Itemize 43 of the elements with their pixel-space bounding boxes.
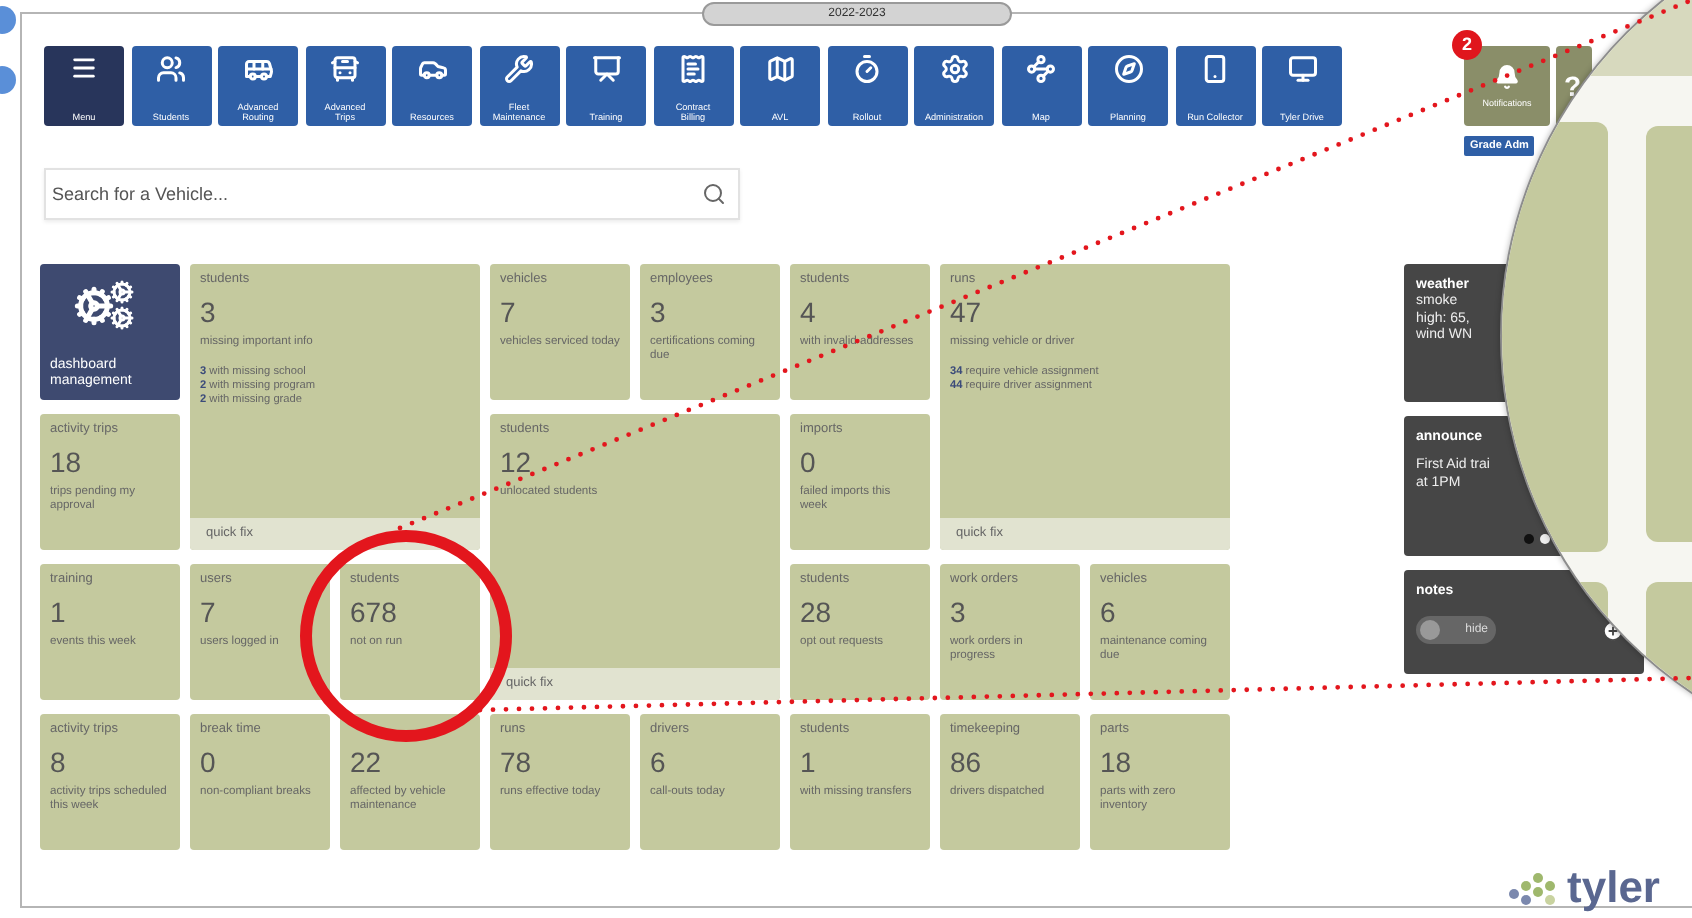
logo-text: tyler	[1567, 860, 1660, 916]
tile-value: 6	[1100, 596, 1116, 628]
tile-value: 28	[800, 596, 832, 628]
map-icon	[765, 54, 795, 84]
tile-value: 6	[650, 746, 666, 778]
tile-value: 47	[950, 296, 982, 328]
waypoints-icon	[1026, 54, 1056, 84]
monitor-icon	[1287, 54, 1317, 84]
tile-value: 12	[500, 446, 532, 478]
tile-value: 3	[200, 296, 216, 328]
search-field[interactable]: Search for a Vehicle...	[44, 168, 740, 220]
tile-value: 7	[500, 296, 516, 328]
phone-icon	[1200, 54, 1230, 84]
tile-value: 86	[950, 746, 982, 778]
bus-icon	[330, 54, 360, 84]
notification-count-badge: 2	[1452, 30, 1482, 60]
carousel-dot[interactable]	[1540, 534, 1550, 544]
tile-value: 3	[650, 296, 666, 328]
tile-value: 18	[50, 446, 82, 478]
stopwatch-icon	[852, 54, 882, 84]
tile-value: 678	[350, 596, 397, 628]
tile-value: 22	[350, 746, 382, 778]
people-icon	[156, 54, 186, 84]
tile-value: 8	[50, 746, 66, 778]
tile-value: 4	[800, 296, 816, 328]
compass-icon	[1113, 54, 1143, 84]
tile-value: 18	[1100, 746, 1132, 778]
tile-value: 78	[500, 746, 532, 778]
presentation-icon	[591, 54, 621, 84]
carousel-dot[interactable]	[1524, 534, 1534, 544]
tile-value: 7	[200, 596, 216, 628]
bell-icon	[1494, 64, 1520, 90]
bus-icon	[243, 54, 273, 84]
tile-value: 0	[200, 746, 216, 778]
tile-value: 0	[800, 446, 816, 478]
settings-icon	[939, 54, 969, 84]
logo-dots-icon	[1507, 870, 1560, 906]
wrench-icon	[504, 54, 534, 84]
tile-value: 3	[950, 596, 966, 628]
tile-value: 1	[800, 746, 816, 778]
tile-value: 1	[50, 596, 66, 628]
menu-icon	[70, 54, 98, 82]
receipt-icon	[678, 54, 708, 84]
